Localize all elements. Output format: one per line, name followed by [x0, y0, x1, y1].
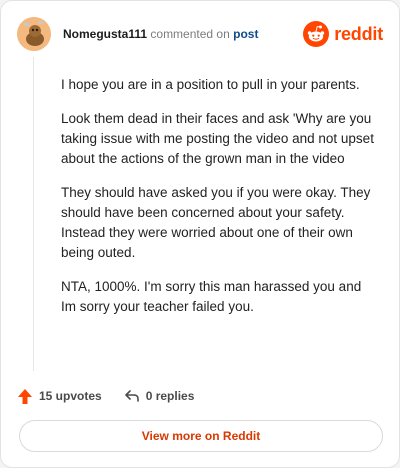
avatar-icon	[17, 17, 51, 51]
comment-paragraph: I hope you are in a position to pull in …	[61, 77, 360, 92]
upvote-button[interactable]: 15 upvotes	[17, 388, 102, 405]
comment-card: Nomegusta111 commented on post reddit I …	[0, 0, 400, 468]
upvote-arrow-icon	[18, 388, 32, 404]
reddit-wordmark: reddit	[334, 23, 383, 44]
comment-paragraph: Look them dead in their faces and ask 'W…	[61, 111, 374, 166]
view-more-button[interactable]: View more on Reddit	[19, 420, 383, 452]
comment-actions: 15 upvotes 0 replies	[17, 385, 194, 407]
byline: Nomegusta111 commented on post	[63, 26, 258, 42]
comment-paragraph: NTA, 1000%. I'm sorry this man harassed …	[61, 279, 362, 314]
reddit-brand[interactable]: reddit	[303, 21, 383, 47]
comment-paragraph: They should have asked you if you were o…	[61, 185, 371, 260]
avatar[interactable]	[17, 17, 51, 51]
username[interactable]: Nomegusta111	[63, 27, 147, 41]
comment-header: Nomegusta111 commented on post reddit	[17, 17, 383, 51]
thread-line	[33, 57, 34, 371]
post-link[interactable]: post	[233, 27, 258, 41]
byline-verb: commented on	[150, 27, 230, 41]
reply-button[interactable]: 0 replies	[124, 389, 195, 403]
comment-body: I hope you are in a position to pull in …	[61, 75, 377, 331]
reddit-logo-icon	[303, 21, 330, 47]
reply-arrow-icon	[124, 390, 139, 402]
upvote-count: 15 upvotes	[39, 389, 102, 403]
reply-count: 0 replies	[145, 389, 195, 403]
